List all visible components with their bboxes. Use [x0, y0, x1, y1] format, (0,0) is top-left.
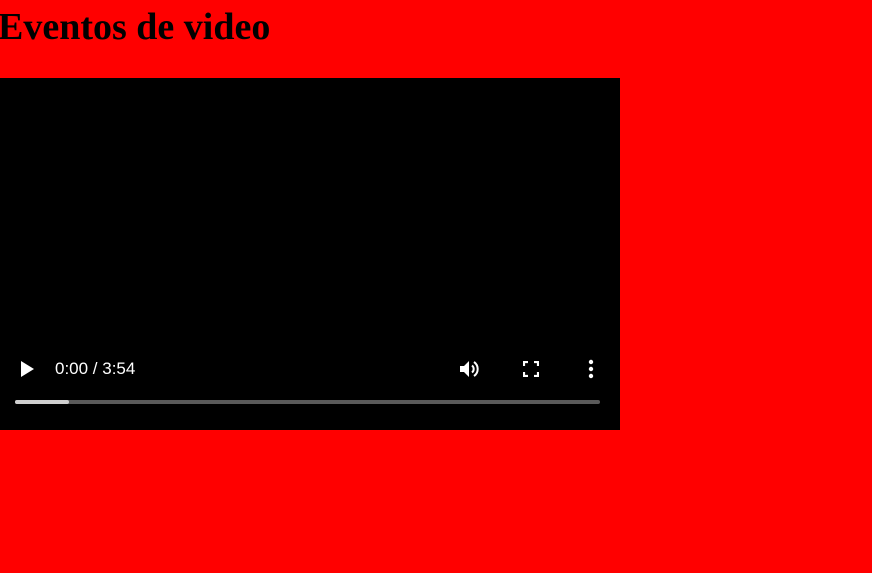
fullscreen-button[interactable]: [517, 355, 545, 383]
timeline-buffered-bar: [15, 400, 69, 404]
timeline-slider[interactable]: [15, 400, 600, 404]
video-player[interactable]: 0:00 / 3:54: [0, 78, 620, 430]
volume-icon: [460, 361, 479, 377]
mute-button[interactable]: [456, 355, 484, 383]
play-button[interactable]: [13, 355, 41, 383]
page-title: Eventos de video: [0, 6, 271, 48]
play-icon: [21, 361, 34, 377]
fullscreen-icon: [523, 361, 539, 377]
more-options-icon: [588, 359, 594, 379]
time-display: 0:00 / 3:54: [55, 359, 136, 378]
more-options-button[interactable]: [577, 355, 605, 383]
